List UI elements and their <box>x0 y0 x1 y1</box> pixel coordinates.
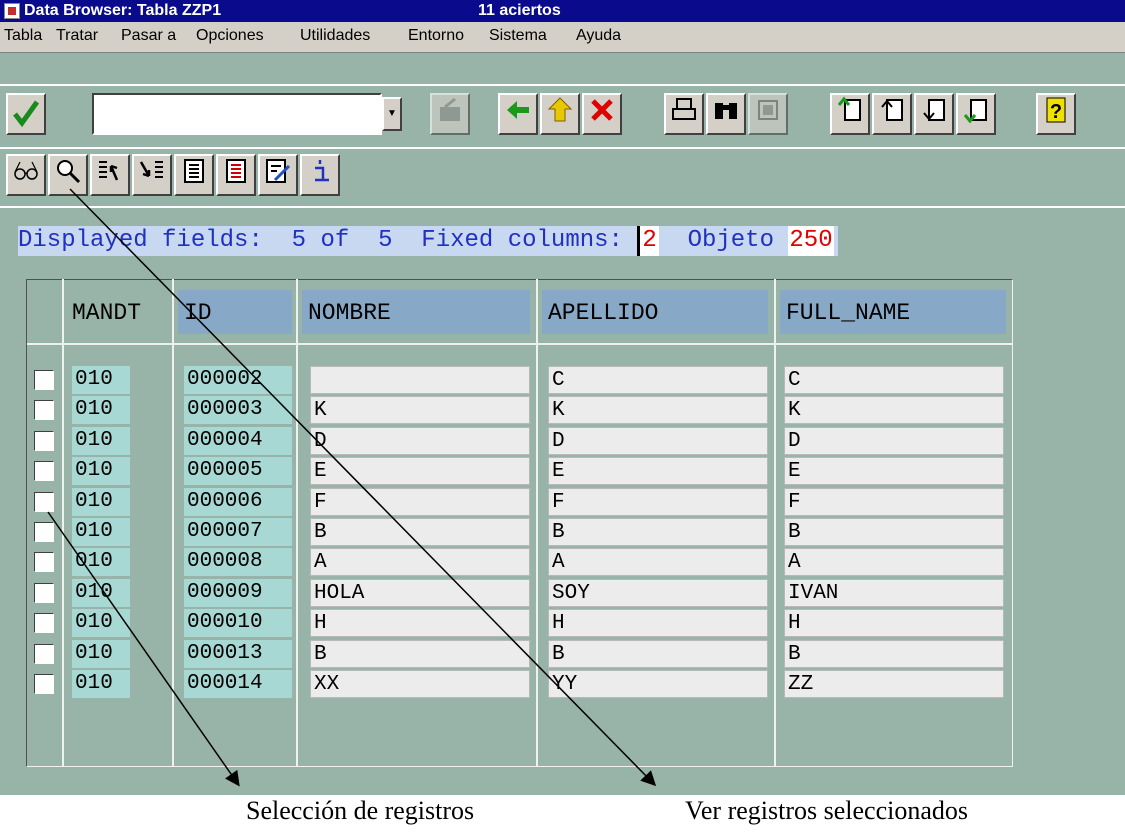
arrow-select-records <box>47 511 240 787</box>
annotation-select-records: Selección de registros <box>246 796 475 825</box>
annotation-arrows <box>47 188 657 787</box>
annotation-view-selected: Ver registros seleccionados <box>685 796 969 825</box>
arrow-view-selected <box>69 188 657 787</box>
